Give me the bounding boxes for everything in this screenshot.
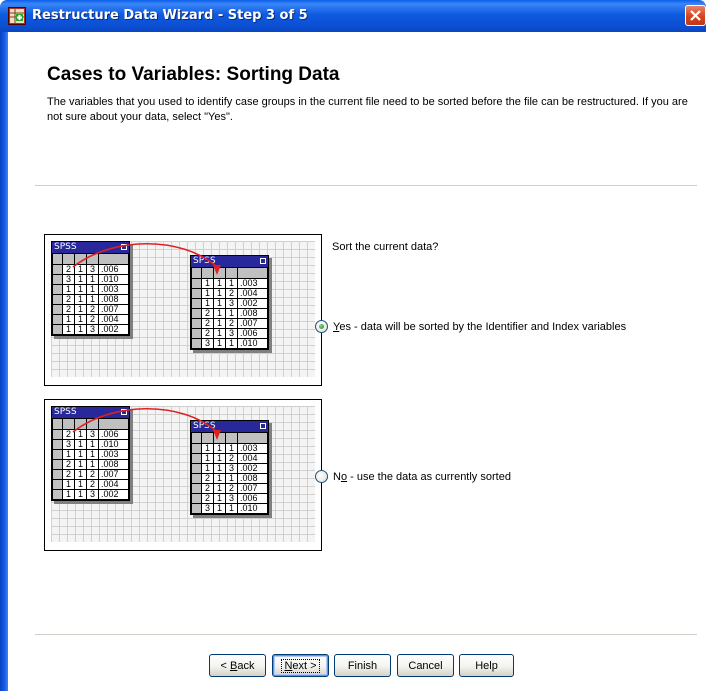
title-bar[interactable]: Restructure Data Wizard - Step 3 of 5 (0, 0, 706, 32)
table-row: 1 1 3.002 (52, 489, 129, 500)
page-title: Cases to Variables: Sorting Data (47, 64, 340, 85)
radio-button-checked[interactable] (315, 320, 328, 333)
radio-no-label: No - use the data as currently sorted (333, 470, 511, 483)
illustration-sorted-example: SPSS 2 1 3.006 3 1 1.010 1 1 1.003 2 1 1.008 212… (44, 234, 322, 386)
radio-yes-label: Yes - data will be sorted by the Identif… (333, 320, 627, 333)
back-button[interactable]: < Back (209, 654, 266, 677)
table-row: 3 1 1.010 (191, 503, 268, 514)
wizard-button-bar: < Back Next > Finish Cancel Help (8, 654, 706, 680)
close-icon (690, 10, 701, 21)
wizard-client-area: Cases to Variables: Sorting Data The var… (8, 32, 706, 691)
table-row: 1 1 2.004 (52, 479, 129, 490)
table-row: 2 1 2.007 (52, 469, 129, 480)
radio-no-sort[interactable]: No - use the data as currently sorted (315, 470, 511, 483)
illustration-grid: SPSS 2 1 3.006 3 1 1.010 1 1 1.003 2 1 1.008 212… (51, 406, 315, 542)
restructure-wizard-window: Restructure Data Wizard - Step 3 of 5 Ca… (0, 0, 706, 691)
cancel-button[interactable]: Cancel (397, 654, 454, 677)
finish-button[interactable]: Finish (334, 654, 391, 677)
help-button[interactable]: Help (459, 654, 514, 677)
table-row: 2 1 1.008 (191, 473, 268, 484)
close-button[interactable] (685, 5, 706, 26)
table-row: 3 1 1.010 (191, 338, 268, 349)
next-button[interactable]: Next > (272, 654, 329, 677)
radio-yes-sort[interactable]: Yes - data will be sorted by the Identif… (315, 320, 626, 333)
table-row: 2 1 2.007 (191, 483, 268, 494)
illustration-unsorted-example: SPSS 2 1 3.006 3 1 1.010 1 1 1.003 2 1 1.008 212… (44, 399, 322, 551)
table-row: 2 1 3.006 (191, 328, 268, 339)
illustration-grid: SPSS 2 1 3.006 3 1 1.010 1 1 1.003 2 1 1.008 212… (51, 241, 315, 377)
table-row: 2 1 1.008 (191, 308, 268, 319)
sort-arrow-icon (72, 243, 221, 275)
sort-arrow-icon (72, 408, 221, 440)
table-row: 2 1 2.007 (52, 304, 129, 315)
divider-top (35, 185, 697, 186)
page-description: The variables that you used to identify … (47, 96, 688, 123)
window-title: Restructure Data Wizard - Step 3 of 5 (32, 8, 308, 23)
window-frame-left (0, 32, 8, 691)
spss-wizard-icon (8, 7, 26, 25)
table-row: 1 1 2.004 (52, 314, 129, 325)
table-row: 2 1 3.006 (191, 493, 268, 504)
table-row: 1 1 3.002 (52, 324, 129, 335)
radio-button-unchecked[interactable] (315, 470, 328, 483)
table-row: 2 1 2.007 (191, 318, 268, 329)
sort-prompt-label: Sort the current data? (332, 241, 439, 253)
divider-bottom (35, 634, 697, 635)
